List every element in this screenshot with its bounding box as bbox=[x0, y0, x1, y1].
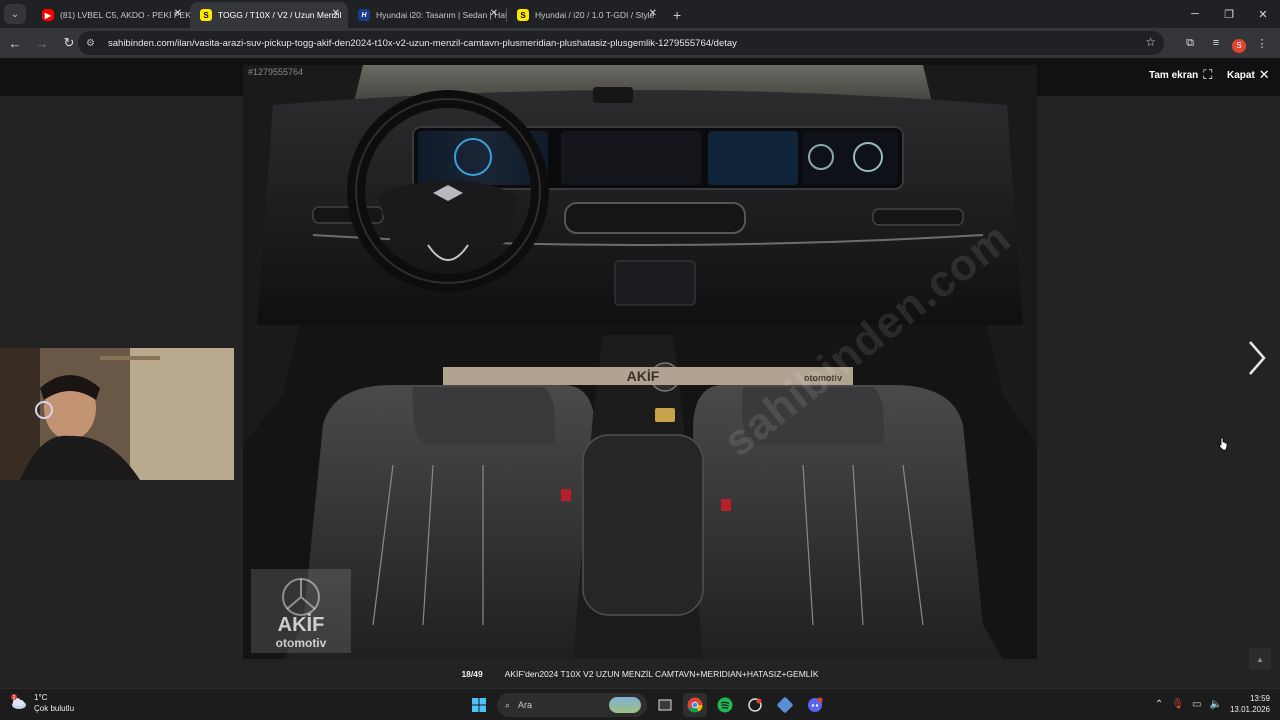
menu-kebab-icon[interactable]: ⋮ bbox=[1252, 31, 1272, 55]
clock-date: 13.01.2026 bbox=[1229, 705, 1270, 714]
youtube-icon: ▶ bbox=[42, 9, 54, 21]
browser-tab[interactable]: S Hyundai / i20 / 1.0 T-GDI / Style ✕ bbox=[507, 2, 665, 28]
chrome-icon[interactable] bbox=[683, 693, 707, 717]
taskbar-apps: ⌕ Ara bbox=[467, 693, 827, 717]
tab-title: (81) LVBEL C5, AKDO - PEKİ PEKİ bbox=[60, 10, 190, 20]
photos-app-icon[interactable] bbox=[773, 693, 797, 717]
sahibinden-icon: S bbox=[200, 9, 212, 21]
discord-icon[interactable] bbox=[803, 693, 827, 717]
system-tray: ⌃ 🎙 ▭ 🔈 13:59 13.01.2026 bbox=[1155, 693, 1270, 715]
back-arrow-icon[interactable]: ← bbox=[3, 31, 27, 55]
profile-avatar[interactable]: S bbox=[1232, 38, 1246, 53]
tab-title: TOGG / T10X / V2 / Uzun Menzil bbox=[218, 10, 342, 20]
search-icon: ⌕ bbox=[505, 699, 511, 710]
close-tab-icon[interactable]: ✕ bbox=[490, 8, 498, 19]
window-controls: ─ ❐ ✕ bbox=[1178, 0, 1280, 28]
close-tab-icon[interactable]: ✕ bbox=[332, 8, 340, 19]
browser-toolbar: ← → ↻ ⚙ sahibinden.com/ilan/vasita-arazi… bbox=[0, 28, 1280, 58]
mouse-cursor-icon bbox=[1218, 437, 1228, 451]
extensions-icon[interactable]: ⧉ bbox=[1180, 31, 1200, 55]
address-bar[interactable]: ⚙ sahibinden.com/ilan/vasita-arazi-suv-p… bbox=[78, 31, 1164, 55]
close-lightbox-button[interactable]: Kapat ✕ bbox=[1227, 67, 1270, 83]
browser-tab-active[interactable]: S TOGG / T10X / V2 / Uzun Menzil ✕ bbox=[190, 2, 348, 28]
sahibinden-icon: S bbox=[517, 9, 529, 21]
fullscreen-button[interactable]: Tam ekran ⛶ bbox=[1149, 67, 1212, 83]
weather-desc: Çok bulutlu bbox=[34, 704, 75, 713]
network-icon[interactable]: ▭ bbox=[1192, 699, 1201, 710]
spotify-icon[interactable] bbox=[713, 693, 737, 717]
search-placeholder: Ara bbox=[518, 700, 533, 710]
tab-title: Hyundai / i20 / 1.0 T-GDI / Style bbox=[535, 10, 655, 20]
new-tab-button[interactable]: + bbox=[673, 7, 681, 23]
clock[interactable]: 13:59 13.01.2026 bbox=[1230, 693, 1270, 715]
close-label: Kapat bbox=[1227, 69, 1255, 81]
restore-icon[interactable]: ❐ bbox=[1212, 0, 1246, 28]
gallery-lightbox: #1279555764 AKİF otomotiv AKİF otomotiv … bbox=[0, 58, 1280, 688]
close-tab-icon[interactable]: ✕ bbox=[649, 8, 657, 19]
close-tab-icon[interactable]: ✕ bbox=[174, 8, 182, 19]
dealer-sign-subtext: otomotiv bbox=[804, 373, 842, 383]
browser-tab-strip: ⌄ ▶ (81) LVBEL C5, AKDO - PEKİ PEKİ ✕ S … bbox=[0, 0, 1280, 28]
task-view-icon[interactable] bbox=[653, 693, 677, 717]
forward-arrow-icon[interactable]: → bbox=[30, 31, 54, 55]
url-text: sahibinden.com/ilan/vasita-arazi-suv-pic… bbox=[108, 37, 737, 49]
gallery-photo[interactable]: AKİF otomotiv AKİF otomotiv sahibinden.c… bbox=[243, 65, 1037, 659]
windows-taskbar: 2 1°C Çok bulutlu ⌕ Ara ⌃ 🎙 ▭ 🔈 13:59 13… bbox=[0, 688, 1280, 720]
browser-tab[interactable]: ▶ (81) LVBEL C5, AKDO - PEKİ PEKİ ✕ bbox=[32, 2, 190, 28]
media-control-icon[interactable]: ≡ bbox=[1206, 31, 1226, 55]
weather-badge: 2 bbox=[13, 695, 16, 701]
app-icon[interactable] bbox=[743, 693, 767, 717]
site-info-icon[interactable]: ⚙ bbox=[86, 38, 100, 49]
photo-caption-bar: 18/49 AKİF'den2024 T10X V2 UZUN MENZİL C… bbox=[0, 669, 1280, 679]
weather-temp: 1°C bbox=[34, 693, 48, 702]
close-icon: ✕ bbox=[1258, 67, 1270, 82]
bookmark-star-icon[interactable]: ☆ bbox=[1145, 35, 1156, 49]
cloud-icon: 2 bbox=[10, 694, 28, 712]
next-photo-arrow-icon[interactable] bbox=[1244, 338, 1270, 378]
dealer-logo-subtitle: otomotiv bbox=[276, 636, 327, 650]
tab-title: Hyundai i20: Tasarım | Sedan | Hatchback bbox=[376, 10, 506, 20]
tray-chevron-up-icon[interactable]: ⌃ bbox=[1155, 699, 1163, 710]
fullscreen-label: Tam ekran bbox=[1149, 69, 1199, 81]
taskbar-search[interactable]: ⌕ Ara bbox=[497, 693, 647, 717]
car-interior-image: AKİF otomotiv AKİF otomotiv bbox=[243, 65, 1037, 659]
dealer-logo-title: AKİF bbox=[278, 613, 325, 636]
weather-widget[interactable]: 2 1°C Çok bulutlu bbox=[10, 692, 74, 714]
browser-tab[interactable]: H Hyundai i20: Tasarım | Sedan | Hatchba… bbox=[348, 2, 506, 28]
hyundai-icon: H bbox=[358, 9, 370, 21]
tab-search-button[interactable]: ⌄ bbox=[4, 4, 26, 24]
volume-icon[interactable]: 🔈 bbox=[1210, 699, 1222, 710]
toolbar-right: ⧉ ≡ S ⋮ bbox=[1180, 31, 1272, 55]
windows-start-icon[interactable] bbox=[467, 693, 491, 717]
close-window-icon[interactable]: ✕ bbox=[1246, 0, 1280, 28]
clock-time: 13:59 bbox=[1249, 694, 1270, 703]
minimize-icon[interactable]: ─ bbox=[1178, 0, 1212, 28]
fullscreen-icon: ⛶ bbox=[1203, 67, 1213, 82]
listing-id: #1279555764 bbox=[248, 67, 304, 77]
photo-counter: 18/49 bbox=[461, 669, 483, 679]
search-highlight-image bbox=[609, 697, 641, 713]
webcam-overlay bbox=[0, 348, 234, 480]
dealer-sign-text: AKİF bbox=[627, 368, 660, 384]
microphone-icon[interactable]: 🎙 bbox=[1171, 699, 1184, 710]
photo-caption: AKİF'den2024 T10X V2 UZUN MENZİL CAMTAVN… bbox=[504, 669, 819, 679]
scroll-top-icon[interactable]: ▲ bbox=[1249, 648, 1271, 670]
